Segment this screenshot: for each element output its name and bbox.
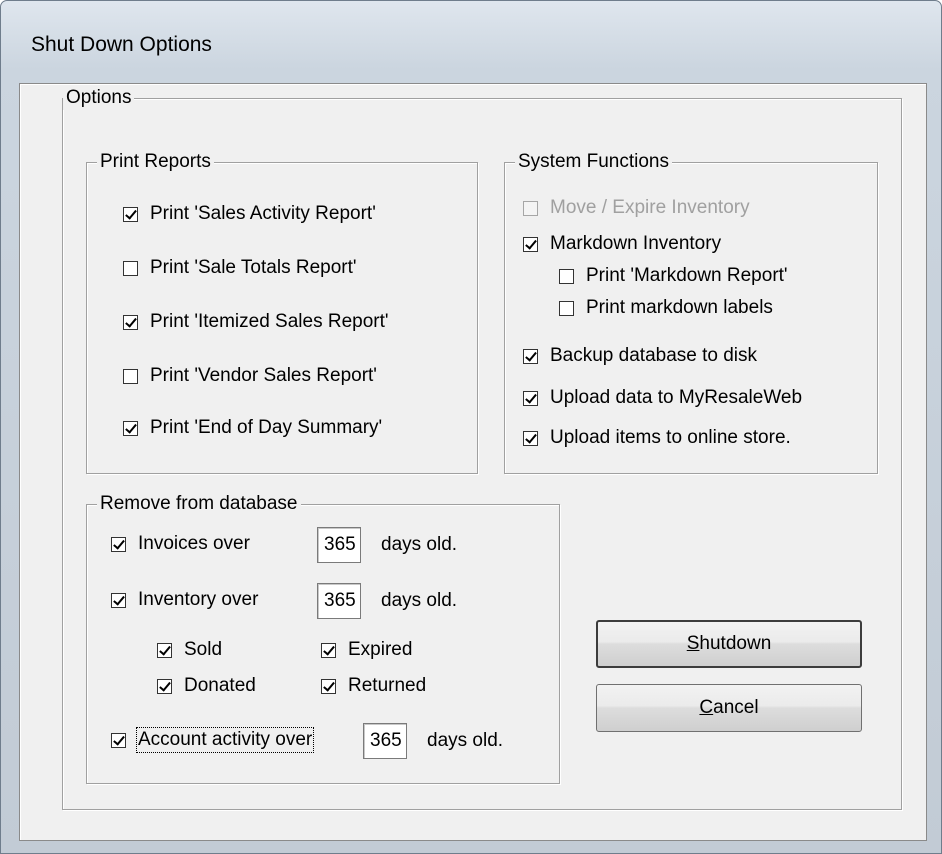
- checkbox-label: Upload items to online store.: [550, 427, 791, 448]
- checkbox-box: [523, 200, 538, 216]
- checkbox-label: Donated: [184, 675, 256, 696]
- inventory-days-suffix: days old.: [381, 590, 458, 611]
- sold-checkbox[interactable]: Sold: [157, 637, 222, 663]
- inventory-days-input[interactable]: 365: [317, 583, 361, 619]
- move-expire-inventory-checkbox: Move / Expire Inventory: [523, 195, 750, 221]
- print-itemized-sales-checkbox[interactable]: Print 'Itemized Sales Report': [123, 309, 389, 335]
- print-markdown-labels-checkbox[interactable]: Print markdown labels: [559, 295, 773, 321]
- checkbox-box[interactable]: [523, 390, 538, 406]
- checkbox-label: Print 'Vendor Sales Report': [150, 365, 377, 386]
- shutdown-label: hutdown: [699, 633, 772, 654]
- window-title: Shut Down Options: [31, 33, 212, 56]
- checkbox-label: Markdown Inventory: [550, 233, 722, 254]
- checkbox-label: Sold: [184, 639, 223, 660]
- print-sales-activity-checkbox[interactable]: Print 'Sales Activity Report': [123, 201, 376, 227]
- checkbox-box[interactable]: [123, 368, 138, 384]
- checkbox-label: Print markdown labels: [586, 297, 773, 318]
- checkbox-label: Returned: [348, 675, 427, 696]
- checkbox-box[interactable]: [523, 348, 538, 364]
- print-sale-totals-checkbox[interactable]: Print 'Sale Totals Report': [123, 255, 357, 281]
- checkbox-label: Inventory over: [138, 589, 259, 610]
- invoices-days-suffix: days old.: [381, 534, 458, 555]
- checkbox-label: Account activity over: [135, 727, 315, 753]
- checkbox-box[interactable]: [321, 642, 336, 658]
- checkbox-box[interactable]: [157, 678, 172, 694]
- remove-from-database-group-label: Remove from database: [97, 492, 301, 516]
- print-reports-group: Print Reports Print 'Sales Activity Repo…: [86, 150, 478, 474]
- options-group-label: Options: [63, 86, 135, 110]
- system-functions-group-label: System Functions: [515, 150, 672, 174]
- expired-checkbox[interactable]: Expired: [321, 637, 412, 663]
- invoices-days-input[interactable]: 365: [317, 527, 361, 563]
- checkbox-box[interactable]: [157, 642, 172, 658]
- print-reports-group-label: Print Reports: [97, 150, 214, 174]
- checkbox-box[interactable]: [559, 300, 574, 316]
- checkbox-box[interactable]: [523, 430, 538, 446]
- checkbox-box[interactable]: [111, 536, 126, 552]
- dialog-client-area: Options Print Reports Print 'Sales Activ…: [19, 83, 927, 841]
- shutdown-accel: S: [686, 633, 700, 654]
- account-activity-checkbox[interactable]: Account activity over: [111, 727, 315, 753]
- checkbox-label: Print 'Sale Totals Report': [150, 257, 357, 278]
- cancel-accel: C: [699, 697, 714, 718]
- upload-data-checkbox[interactable]: Upload data to MyResaleWeb: [523, 385, 802, 411]
- checkbox-label: Expired: [348, 639, 413, 660]
- checkbox-box[interactable]: [123, 420, 138, 436]
- account-activity-days-input[interactable]: 365: [363, 723, 407, 759]
- print-markdown-report-checkbox[interactable]: Print 'Markdown Report': [559, 263, 788, 289]
- checkbox-label: Move / Expire Inventory: [550, 197, 750, 218]
- invoices-over-checkbox[interactable]: Invoices over: [111, 531, 250, 557]
- checkbox-box[interactable]: [123, 206, 138, 222]
- checkbox-label: Invoices over: [138, 533, 250, 554]
- checkbox-label: Upload data to MyResaleWeb: [550, 387, 803, 408]
- checkbox-label: Print 'Sales Activity Report': [150, 203, 376, 224]
- backup-database-checkbox[interactable]: Backup database to disk: [523, 343, 757, 369]
- checkbox-label: Backup database to disk: [550, 345, 758, 366]
- cancel-label: ancel: [713, 697, 759, 718]
- markdown-inventory-checkbox[interactable]: Markdown Inventory: [523, 231, 721, 257]
- returned-checkbox[interactable]: Returned: [321, 673, 426, 699]
- checkbox-box[interactable]: [123, 260, 138, 276]
- remove-from-database-group: Remove from database Invoices over 365 d…: [86, 492, 560, 784]
- checkbox-label: Print 'End of Day Summary': [150, 417, 383, 438]
- checkbox-box[interactable]: [111, 732, 126, 748]
- cancel-button[interactable]: Cancel: [596, 684, 862, 732]
- checkbox-box[interactable]: [123, 314, 138, 330]
- inventory-over-checkbox[interactable]: Inventory over: [111, 587, 258, 613]
- checkbox-box[interactable]: [111, 592, 126, 608]
- shutdown-options-window: Shut Down Options Options Print Reports …: [0, 0, 942, 854]
- checkbox-label: Print 'Markdown Report': [586, 265, 788, 286]
- shutdown-button[interactable]: Shutdown: [596, 620, 862, 668]
- print-end-of-day-checkbox[interactable]: Print 'End of Day Summary': [123, 415, 382, 441]
- donated-checkbox[interactable]: Donated: [157, 673, 256, 699]
- system-functions-group: System Functions Move / Expire Inventory…: [504, 150, 878, 474]
- print-vendor-sales-checkbox[interactable]: Print 'Vendor Sales Report': [123, 363, 377, 389]
- checkbox-box[interactable]: [321, 678, 336, 694]
- upload-items-checkbox[interactable]: Upload items to online store.: [523, 425, 791, 451]
- account-activity-days-suffix: days old.: [427, 730, 504, 751]
- checkbox-box[interactable]: [559, 268, 574, 284]
- checkbox-box[interactable]: [523, 236, 538, 252]
- title-bar[interactable]: Shut Down Options: [1, 1, 941, 81]
- checkbox-label: Print 'Itemized Sales Report': [150, 311, 389, 332]
